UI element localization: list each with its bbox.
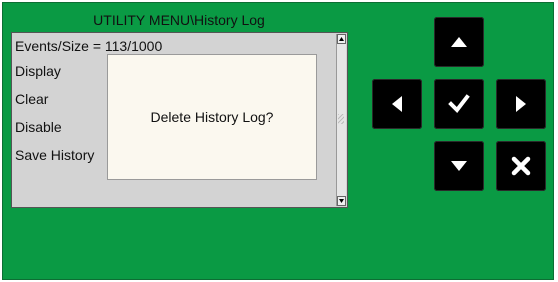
scroll-down-icon[interactable] (337, 196, 346, 206)
up-arrow-icon (451, 37, 467, 47)
up-button[interactable] (434, 17, 484, 67)
down-button[interactable] (434, 141, 484, 191)
confirm-dialog: Delete History Log? (107, 54, 317, 180)
left-arrow-icon (392, 96, 402, 112)
left-button[interactable] (372, 79, 422, 129)
cancel-button[interactable] (496, 141, 546, 191)
menu-title: UTILITY MENU\History Log (93, 12, 265, 28)
right-arrow-icon (516, 96, 526, 112)
scroll-grip[interactable] (338, 114, 344, 124)
down-arrow-icon (451, 161, 467, 171)
x-icon (511, 156, 531, 176)
scrollbar[interactable] (336, 34, 346, 206)
ok-button[interactable] (434, 79, 484, 129)
checkmark-icon (448, 94, 470, 114)
dialog-message: Delete History Log? (150, 109, 274, 125)
scroll-up-icon[interactable] (337, 34, 346, 44)
right-button[interactable] (496, 79, 546, 129)
device-screen: UTILITY MENU\History Log Events/Size = 1… (2, 2, 554, 280)
